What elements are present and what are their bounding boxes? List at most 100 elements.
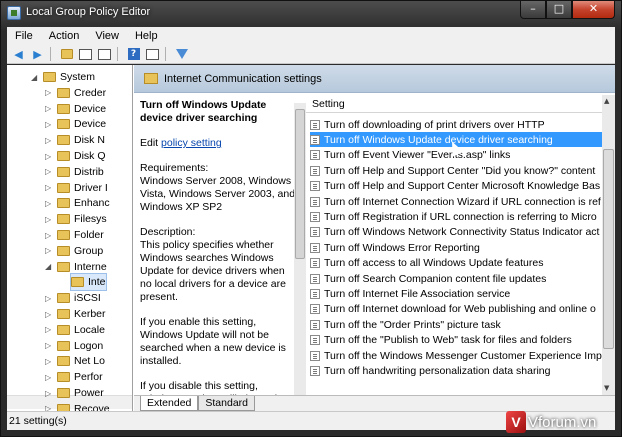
collapse-arrow-icon[interactable]: ▷ (45, 136, 51, 145)
tree-item[interactable]: ◢ System (31, 69, 95, 85)
scrollbar-thumb[interactable] (295, 109, 305, 259)
description-scrollbar[interactable] (294, 103, 306, 395)
tree-item[interactable]: ▷ Kerber (45, 306, 106, 322)
back-button[interactable]: ◀ (10, 46, 27, 62)
collapse-arrow-icon[interactable]: ▷ (45, 120, 51, 129)
setting-row[interactable]: Turn off Help and Support Center "Did yo… (310, 163, 602, 178)
policy-setting-icon (310, 350, 320, 361)
tree-item[interactable]: ▷ Net Lo (45, 353, 105, 369)
tree-item[interactable]: ▷ Driver I (45, 180, 108, 196)
setting-row-label: Turn off Help and Support Center Microso… (324, 180, 601, 193)
tree-item[interactable]: ▷ iSCSI (45, 290, 101, 306)
collapse-arrow-icon[interactable]: ▷ (45, 310, 51, 319)
minimize-button[interactable]: – (520, 1, 546, 19)
tree-item[interactable]: ▷ Creder (45, 85, 106, 101)
tree-item-label: Enhanc (74, 197, 110, 210)
collapse-arrow-icon[interactable]: ▷ (45, 215, 51, 224)
collapse-arrow-icon[interactable]: ▷ (45, 104, 51, 113)
policy-setting-icon (310, 181, 320, 192)
setting-row[interactable]: Turn off Internet download for Web publi… (310, 302, 602, 317)
collapse-arrow-icon[interactable]: ▷ (45, 183, 51, 192)
tree-item[interactable]: ▷ Group (45, 243, 103, 259)
folder-up-icon (60, 49, 73, 59)
collapse-arrow-icon[interactable]: ▷ (45, 341, 51, 350)
policy-setting-icon (310, 211, 320, 222)
collapse-arrow-icon[interactable]: ▷ (45, 294, 51, 303)
setting-row-label: Turn off Search Companion content file u… (324, 272, 547, 285)
collapse-arrow-icon[interactable]: ▷ (45, 325, 51, 334)
tree-item[interactable]: ▷ Recove (45, 401, 110, 411)
scroll-down-arrow-icon[interactable]: ▼ (604, 384, 609, 392)
menu-help[interactable]: Help (127, 30, 166, 42)
filter-button[interactable] (173, 46, 190, 62)
tree-item[interactable]: ▷ Filesys (45, 211, 107, 227)
collapse-arrow-icon[interactable]: ▷ (45, 199, 51, 208)
tree-item[interactable]: ▷ Disk Q (45, 148, 106, 164)
setting-row-label: Turn off the "Order Prints" picture task (324, 318, 501, 331)
setting-row[interactable]: Turn off Windows Error Reporting (310, 240, 602, 255)
folder-icon (57, 309, 70, 319)
policy-setting-link[interactable]: policy setting (161, 137, 222, 149)
tree-item[interactable]: ▷ Power (45, 385, 104, 401)
tab-extended[interactable]: Extended (140, 396, 199, 411)
collapse-arrow-icon[interactable]: ▷ (45, 404, 51, 411)
setting-row[interactable]: Turn off Registration if URL connection … (310, 209, 602, 224)
expand-arrow-icon[interactable]: ◢ (45, 262, 51, 271)
collapse-arrow-icon[interactable]: ▷ (45, 88, 51, 97)
setting-row[interactable]: Turn off the "Publish to Web" task for f… (310, 333, 602, 348)
help-button[interactable]: ? (125, 46, 142, 62)
column-header-setting[interactable]: Setting (306, 95, 602, 113)
tree-item[interactable]: ▷ Perfor (45, 369, 103, 385)
tree-item[interactable]: ▷ Distrib (45, 164, 104, 180)
setting-row[interactable]: Turn off Internet Connection Wizard if U… (310, 194, 602, 209)
tree-item[interactable]: ▷ Device (45, 116, 106, 132)
tree-item[interactable]: ▷ Logon (45, 338, 103, 354)
maximize-button[interactable]: □ (546, 1, 572, 19)
setting-row[interactable]: Turn off access to all Windows Update fe… (310, 256, 602, 271)
menu-view[interactable]: View (87, 30, 127, 42)
setting-row[interactable]: Turn off Help and Support Center Microso… (310, 179, 602, 194)
gpedit-app-icon (7, 6, 21, 20)
collapse-arrow-icon[interactable]: ▷ (45, 152, 51, 161)
scrollbar-thumb[interactable] (603, 149, 614, 349)
tree-item[interactable]: ▷ Folder (45, 227, 104, 243)
close-button[interactable]: ✕ (572, 1, 615, 19)
collapse-arrow-icon[interactable]: ▷ (45, 246, 51, 255)
folder-icon (57, 293, 70, 304)
setting-row[interactable]: Turn off downloading of print drivers ov… (310, 117, 602, 132)
collapse-arrow-icon[interactable]: ▷ (45, 357, 51, 366)
forward-button[interactable]: ▶ (29, 46, 46, 62)
setting-row-label: Turn off Internet Connection Wizard if U… (324, 195, 601, 208)
folder-icon (144, 73, 158, 84)
expand-arrow-icon[interactable]: ◢ (31, 73, 37, 82)
policy-setting-icon (310, 304, 320, 315)
menu-action[interactable]: Action (41, 30, 88, 42)
show-hide-tree-button[interactable] (77, 46, 94, 62)
menu-file[interactable]: File (7, 30, 41, 42)
list-scrollbar[interactable]: ▲ ▼ (602, 95, 615, 395)
setting-row[interactable]: Turn off Search Companion content file u… (310, 271, 602, 286)
tree-item[interactable]: ▷ Device (45, 101, 106, 117)
tree-item[interactable]: ▷ Enhanc (45, 195, 110, 211)
export-list-button[interactable] (96, 46, 113, 62)
up-folder-button[interactable] (58, 46, 75, 62)
properties-button[interactable] (144, 46, 161, 62)
setting-row[interactable]: Turn off Internet File Association servi… (310, 286, 602, 301)
collapse-arrow-icon[interactable]: ▷ (45, 231, 51, 240)
setting-row[interactable]: Turn off handwriting personalization dat… (310, 363, 602, 378)
tree-item[interactable]: ▷ Disk N (45, 132, 105, 148)
folder-icon (57, 230, 70, 240)
description-pane: Turn off Windows Update device driver se… (134, 95, 302, 395)
collapse-arrow-icon[interactable]: ▷ (45, 167, 51, 176)
tree-item[interactable]: ▷ Locale (45, 322, 105, 338)
collapse-arrow-icon[interactable]: ▷ (45, 389, 51, 398)
tab-standard[interactable]: Standard (198, 396, 255, 411)
tree-item[interactable]: ◢ Interne (45, 259, 107, 275)
tree-item[interactable]: Inte (70, 273, 107, 292)
setting-row[interactable]: Turn off the Windows Messenger Customer … (310, 348, 602, 363)
setting-row[interactable]: Turn off the "Order Prints" picture task (310, 317, 602, 332)
folder-icon (57, 324, 70, 335)
scroll-up-arrow-icon[interactable]: ▲ (604, 97, 609, 105)
setting-row[interactable]: Turn off Windows Network Connectivity St… (310, 225, 602, 240)
collapse-arrow-icon[interactable]: ▷ (45, 373, 51, 382)
